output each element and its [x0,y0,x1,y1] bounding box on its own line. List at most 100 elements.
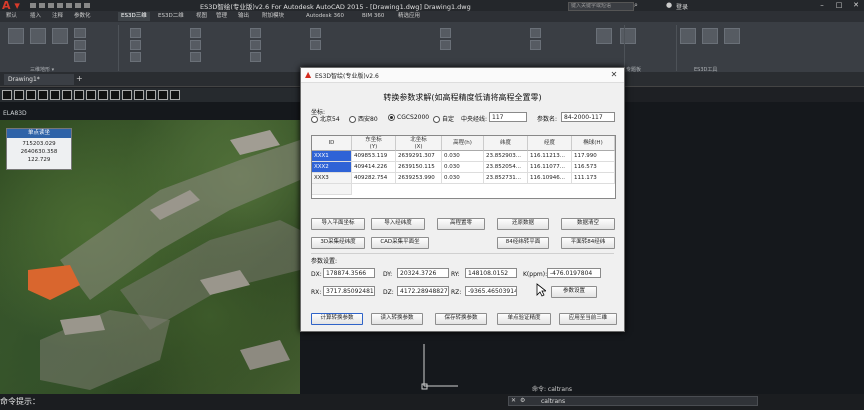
viewport-tool-icon[interactable] [122,90,132,100]
zero-elevation-button[interactable]: 高程置零 [437,218,485,230]
tool-icon[interactable] [724,28,740,44]
tab-output[interactable]: 输出 [238,12,249,21]
control-point-table[interactable]: ID 东坐标 (Y) 北坐标 (X) 高程(h) 纬度 经度 椭球(H) XXX… [311,135,616,199]
wrench-icon[interactable]: ⚙ [520,397,525,404]
table-cell-id[interactable]: XXX3 [312,173,352,184]
radio-icon[interactable] [311,116,318,123]
tool-icon[interactable] [620,28,636,44]
tool-icon[interactable] [130,28,141,38]
param-dy-input[interactable]: 20324.3726 [397,268,449,278]
close-icon[interactable]: ✕ [848,0,864,10]
tool-icon[interactable] [596,28,612,44]
tool-icon[interactable] [52,28,68,44]
compute-params-button[interactable]: 计算转换参数 [311,313,363,325]
table-cell[interactable]: 23.852903... [484,151,528,162]
column-header[interactable]: 椭球(H) [572,136,615,151]
tool-icon[interactable] [30,28,46,44]
viewport-tool-icon[interactable] [62,90,72,100]
maximize-icon[interactable]: □ [831,0,847,10]
tab-annotate[interactable]: 注释 [52,12,63,21]
tool-icon[interactable] [440,40,451,50]
table-cell[interactable]: 111.173 [572,173,615,184]
tool-icon[interactable] [702,28,718,44]
tab-autodesk360[interactable]: Autodesk 360 [306,12,344,21]
param-dz-input[interactable]: 4172.28948827 [397,286,449,296]
radio-icon[interactable] [349,116,356,123]
wgs84-to-plane-button[interactable]: 84经纬转平面 [497,237,549,249]
tool-icon[interactable] [74,40,86,50]
param-name-input[interactable]: 84-2000-117 [561,112,615,122]
column-header[interactable]: 高程(h) [442,136,484,151]
radio-beijing54[interactable]: 北京54 [311,114,340,123]
table-cell[interactable]: 409282.754 [352,173,396,184]
tab-insert[interactable]: 插入 [30,12,41,21]
table-cell[interactable]: 409414.226 [352,162,396,173]
tool-icon[interactable] [250,28,261,38]
autocad-logo-icon[interactable]: A ▾ [2,0,24,11]
viewport-tool-icon[interactable] [98,90,108,100]
user-icon[interactable]: ● [666,1,674,9]
param-settings-button[interactable]: 参数设置 [551,286,597,298]
tool-icon[interactable] [190,28,201,38]
tab-featured[interactable]: 精选应用 [398,12,420,21]
tab-default[interactable]: 默认 [6,12,17,21]
table-cell-empty[interactable] [312,184,352,195]
tool-icon[interactable] [8,28,24,44]
radio-xian80[interactable]: 西安80 [349,114,378,123]
viewport-tool-icon[interactable] [134,90,144,100]
login-label[interactable]: 登录 [676,2,688,11]
close-icon[interactable]: ✕ [607,69,621,81]
param-rz-input[interactable]: -9365.46503914 [465,286,517,296]
table-cell[interactable]: 116.11213... [528,151,572,162]
viewport-tool-icon[interactable] [50,90,60,100]
table-cell[interactable]: 2639291.307 [396,151,442,162]
tool-icon[interactable] [74,52,86,62]
tool-icon[interactable] [250,40,261,50]
capture-3d-latlon-button[interactable]: 3D采集经纬度 [311,237,365,249]
tool-icon[interactable] [310,28,321,38]
tool-icon[interactable] [130,40,141,50]
tool-icon[interactable] [130,52,141,62]
minimize-icon[interactable]: – [814,0,830,10]
quick-access-icons[interactable] [30,2,120,9]
column-header[interactable]: 东坐标 (Y) [352,136,396,151]
tool-icon[interactable] [190,52,201,62]
quick-access-toolbar[interactable] [30,2,120,9]
column-header[interactable]: 经度 [528,136,572,151]
table-cell-id[interactable]: XXX2 [312,162,352,173]
table-cell[interactable]: 2639253.990 [396,173,442,184]
table-cell[interactable]: 409853.119 [352,151,396,162]
param-rx-input[interactable]: 3717.85092481 [323,286,375,296]
table-cell-id[interactable]: XXX1 [312,151,352,162]
tab-es3d-3d[interactable]: ES3D三维 [118,12,150,21]
tool-icon[interactable] [190,40,201,50]
close-icon[interactable]: ✕ [511,397,516,404]
clear-data-button[interactable]: 数据清空 [561,218,615,230]
radio-icon[interactable] [433,116,440,123]
table-cell[interactable]: 0.030 [442,173,484,184]
viewport-tool-icon[interactable] [2,90,12,100]
search-input[interactable]: 键入关键字或短语 [568,2,634,11]
tool-icon[interactable] [310,40,321,50]
radio-custom[interactable]: 自定 [433,114,454,123]
table-cell[interactable]: 117.990 [572,151,615,162]
viewport-tool-icon[interactable] [74,90,84,100]
viewport-tool-icon[interactable] [38,90,48,100]
viewport-tool-icon[interactable] [86,90,96,100]
viewport-tool-icon[interactable] [146,90,156,100]
table-cell[interactable]: 0.030 [442,151,484,162]
plane-to-wgs84-button[interactable]: 平面转84经纬 [561,237,615,249]
tool-icon[interactable] [440,28,451,38]
search-icon[interactable]: ⌕ [634,1,642,9]
table-cell[interactable]: 23.852054... [484,162,528,173]
tab-drawing1[interactable]: Drawing1* [4,74,74,85]
verify-point-button[interactable]: 单点验证精度 [497,313,551,325]
table-cell[interactable]: 23.852731... [484,173,528,184]
command-input[interactable]: caltrans [508,396,758,406]
tool-icon[interactable] [250,52,261,62]
column-header[interactable]: 北坐标 (X) [396,136,442,151]
tab-parametric[interactable]: 参数化 [74,12,91,21]
viewport-tool-icon[interactable] [170,90,180,100]
central-meridian-input[interactable]: 117 [489,112,527,122]
viewport-tool-icon[interactable] [158,90,168,100]
